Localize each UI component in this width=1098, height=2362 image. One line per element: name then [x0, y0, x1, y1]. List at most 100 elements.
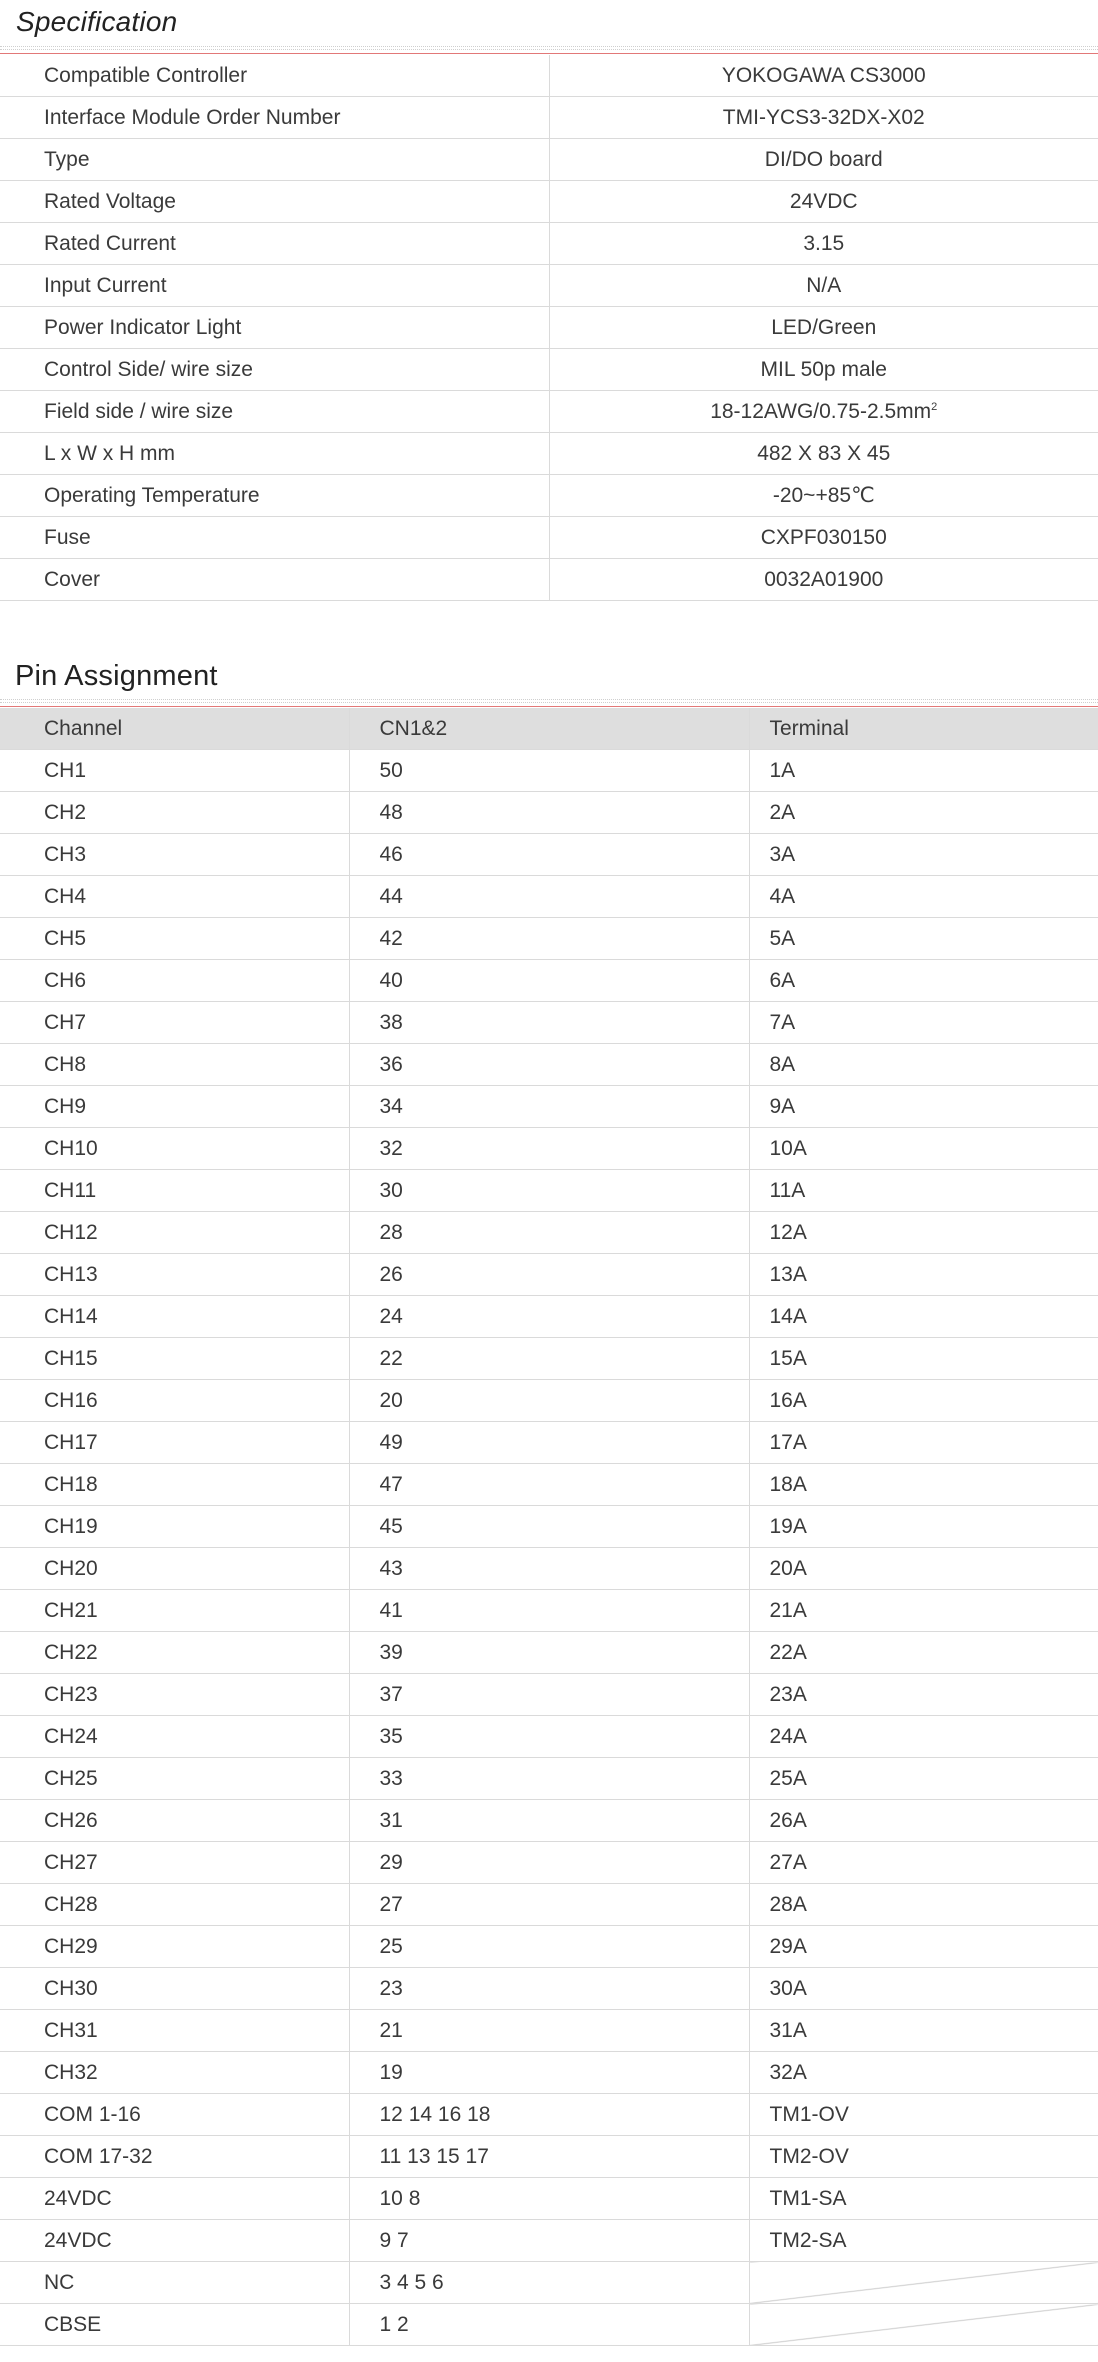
table-row: 24VDC 10 8 TM1-SA — [0, 2177, 1098, 2220]
channel-cell: CH25 — [0, 1757, 350, 1800]
spec-key: Control Side/ wire size — [0, 348, 550, 391]
terminal-cell: 21A — [749, 1589, 1098, 1632]
spec-key: Compatible Controller — [0, 55, 550, 97]
cn-pins-cell: 12 14 16 18 — [349, 2093, 750, 2136]
channel-cell: CH1 — [0, 749, 350, 792]
cn-pins-cell: 50 — [349, 749, 750, 792]
cn-pins-cell: 33 — [349, 1757, 750, 1800]
cn-pins-cell: 26 — [349, 1253, 750, 1296]
specification-title: Specification — [16, 6, 178, 37]
channel-cell: CH12 — [0, 1211, 350, 1254]
terminal-cell: TM2-SA — [749, 2219, 1098, 2262]
spec-value: N/A — [549, 264, 1098, 307]
spec-value: LED/Green — [549, 306, 1098, 349]
cn-pins-cell: 40 — [349, 959, 750, 1002]
cn-pins-cell: 39 — [349, 1631, 750, 1674]
channel-cell: CH30 — [0, 1967, 350, 2010]
table-row: NC 3 4 5 6 — [0, 2261, 1098, 2304]
pin-assignment-table: Channel CN1&2 Terminal CH1 50 1A CH2 48 2A CH3… — [0, 708, 1098, 2346]
terminal-cell: 18A — [749, 1463, 1098, 1506]
spec-value: -20~+85℃ — [549, 474, 1098, 517]
terminal-cell: 1A — [749, 749, 1098, 792]
cn-pins-cell: 46 — [349, 833, 750, 876]
table-row: Input Current N/A — [0, 264, 1098, 307]
table-row: CH4 44 4A — [0, 875, 1098, 918]
channel-cell: CH5 — [0, 917, 350, 960]
channel-cell: CH23 — [0, 1673, 350, 1716]
channel-cell: CH2 — [0, 791, 350, 834]
channel-cell: CH4 — [0, 875, 350, 918]
terminal-cell: 4A — [749, 875, 1098, 918]
cn-pins-cell: 10 8 — [349, 2177, 750, 2220]
spec-value-text: MIL 50p male — [760, 357, 887, 381]
table-row: CH13 26 13A — [0, 1253, 1098, 1296]
terminal-cell: 16A — [749, 1379, 1098, 1422]
table-row: CH10 32 10A — [0, 1127, 1098, 1170]
terminal-cell: 7A — [749, 1001, 1098, 1044]
channel-cell: CH9 — [0, 1085, 350, 1128]
column-header-channel: Channel — [0, 708, 350, 750]
table-row: Interface Module Order Number TMI-YCS3-32… — [0, 96, 1098, 139]
title-dotted-rule — [0, 699, 1098, 700]
table-row: Compatible Controller YOKOGAWA CS3000 — [0, 55, 1098, 97]
table-row: Control Side/ wire size MIL 50p male — [0, 348, 1098, 391]
specification-table: Compatible Controller YOKOGAWA CS3000 Inte… — [0, 55, 1098, 601]
spec-value-text: 0032A01900 — [764, 567, 884, 591]
channel-cell: CH15 — [0, 1337, 350, 1380]
table-row: CH8 36 8A — [0, 1043, 1098, 1086]
spec-value-text: DI/DO board — [764, 147, 883, 171]
terminal-cell: 10A — [749, 1127, 1098, 1170]
channel-cell: CH31 — [0, 2009, 350, 2052]
table-row: Rated Current 3.15 — [0, 222, 1098, 265]
table-row: CH11 30 11A — [0, 1169, 1098, 1212]
cn-pins-cell: 9 7 — [349, 2219, 750, 2262]
table-row: CH17 49 17A — [0, 1421, 1098, 1464]
terminal-cell: 28A — [749, 1883, 1098, 1926]
terminal-cell: 25A — [749, 1757, 1098, 1800]
channel-cell: CH13 — [0, 1253, 350, 1296]
cn-pins-cell: 48 — [349, 791, 750, 834]
spec-value-text: N/A — [806, 273, 842, 297]
cn-pins-cell: 32 — [349, 1127, 750, 1170]
channel-cell: CH28 — [0, 1883, 350, 1926]
table-row: CH27 29 27A — [0, 1841, 1098, 1884]
channel-cell: CH18 — [0, 1463, 350, 1506]
channel-cell: 24VDC — [0, 2177, 350, 2220]
cn-pins-cell: 43 — [349, 1547, 750, 1590]
cn-pins-cell: 20 — [349, 1379, 750, 1422]
cn-pins-cell: 21 — [349, 2009, 750, 2052]
channel-cell: CH20 — [0, 1547, 350, 1590]
table-row: Power Indicator Light LED/Green — [0, 306, 1098, 349]
channel-cell: 24VDC — [0, 2219, 350, 2262]
channel-cell: CH8 — [0, 1043, 350, 1086]
terminal-cell: 23A — [749, 1673, 1098, 1716]
terminal-cell: 20A — [749, 1547, 1098, 1590]
table-row: CH31 21 31A — [0, 2009, 1098, 2052]
terminal-cell: 29A — [749, 1925, 1098, 1968]
terminal-cell: 3A — [749, 833, 1098, 876]
table-row: CH14 24 14A — [0, 1295, 1098, 1338]
table-row: 24VDC 9 7 TM2-SA — [0, 2219, 1098, 2262]
terminal-cell: 14A — [749, 1295, 1098, 1338]
table-row: Operating Temperature -20~+85℃ — [0, 474, 1098, 517]
table-row: CBSE 1 2 — [0, 2303, 1098, 2346]
table-row: CH24 35 24A — [0, 1715, 1098, 1758]
spec-value: 482 X 83 X 45 — [549, 432, 1098, 475]
spec-value: DI/DO board — [549, 138, 1098, 181]
table-row: Rated Voltage 24VDC — [0, 180, 1098, 223]
spec-value-text: 18-12AWG/0.75-2.5mm — [710, 399, 932, 423]
spec-value-text: TMI-YCS3-32DX-X02 — [722, 105, 925, 129]
table-row: CH9 34 9A — [0, 1085, 1098, 1128]
terminal-cell: TM2-OV — [749, 2135, 1098, 2178]
terminal-cell: 22A — [749, 1631, 1098, 1674]
channel-cell: CH26 — [0, 1799, 350, 1842]
terminal-cell: 17A — [749, 1421, 1098, 1464]
cn-pins-cell: 29 — [349, 1841, 750, 1884]
channel-cell: CH27 — [0, 1841, 350, 1884]
table-row: CH29 25 29A — [0, 1925, 1098, 1968]
channel-cell: CH17 — [0, 1421, 350, 1464]
terminal-cell: 6A — [749, 959, 1098, 1002]
table-row: CH15 22 15A — [0, 1337, 1098, 1380]
spec-key: Power Indicator Light — [0, 306, 550, 349]
spec-value: YOKOGAWA CS3000 — [549, 55, 1098, 97]
